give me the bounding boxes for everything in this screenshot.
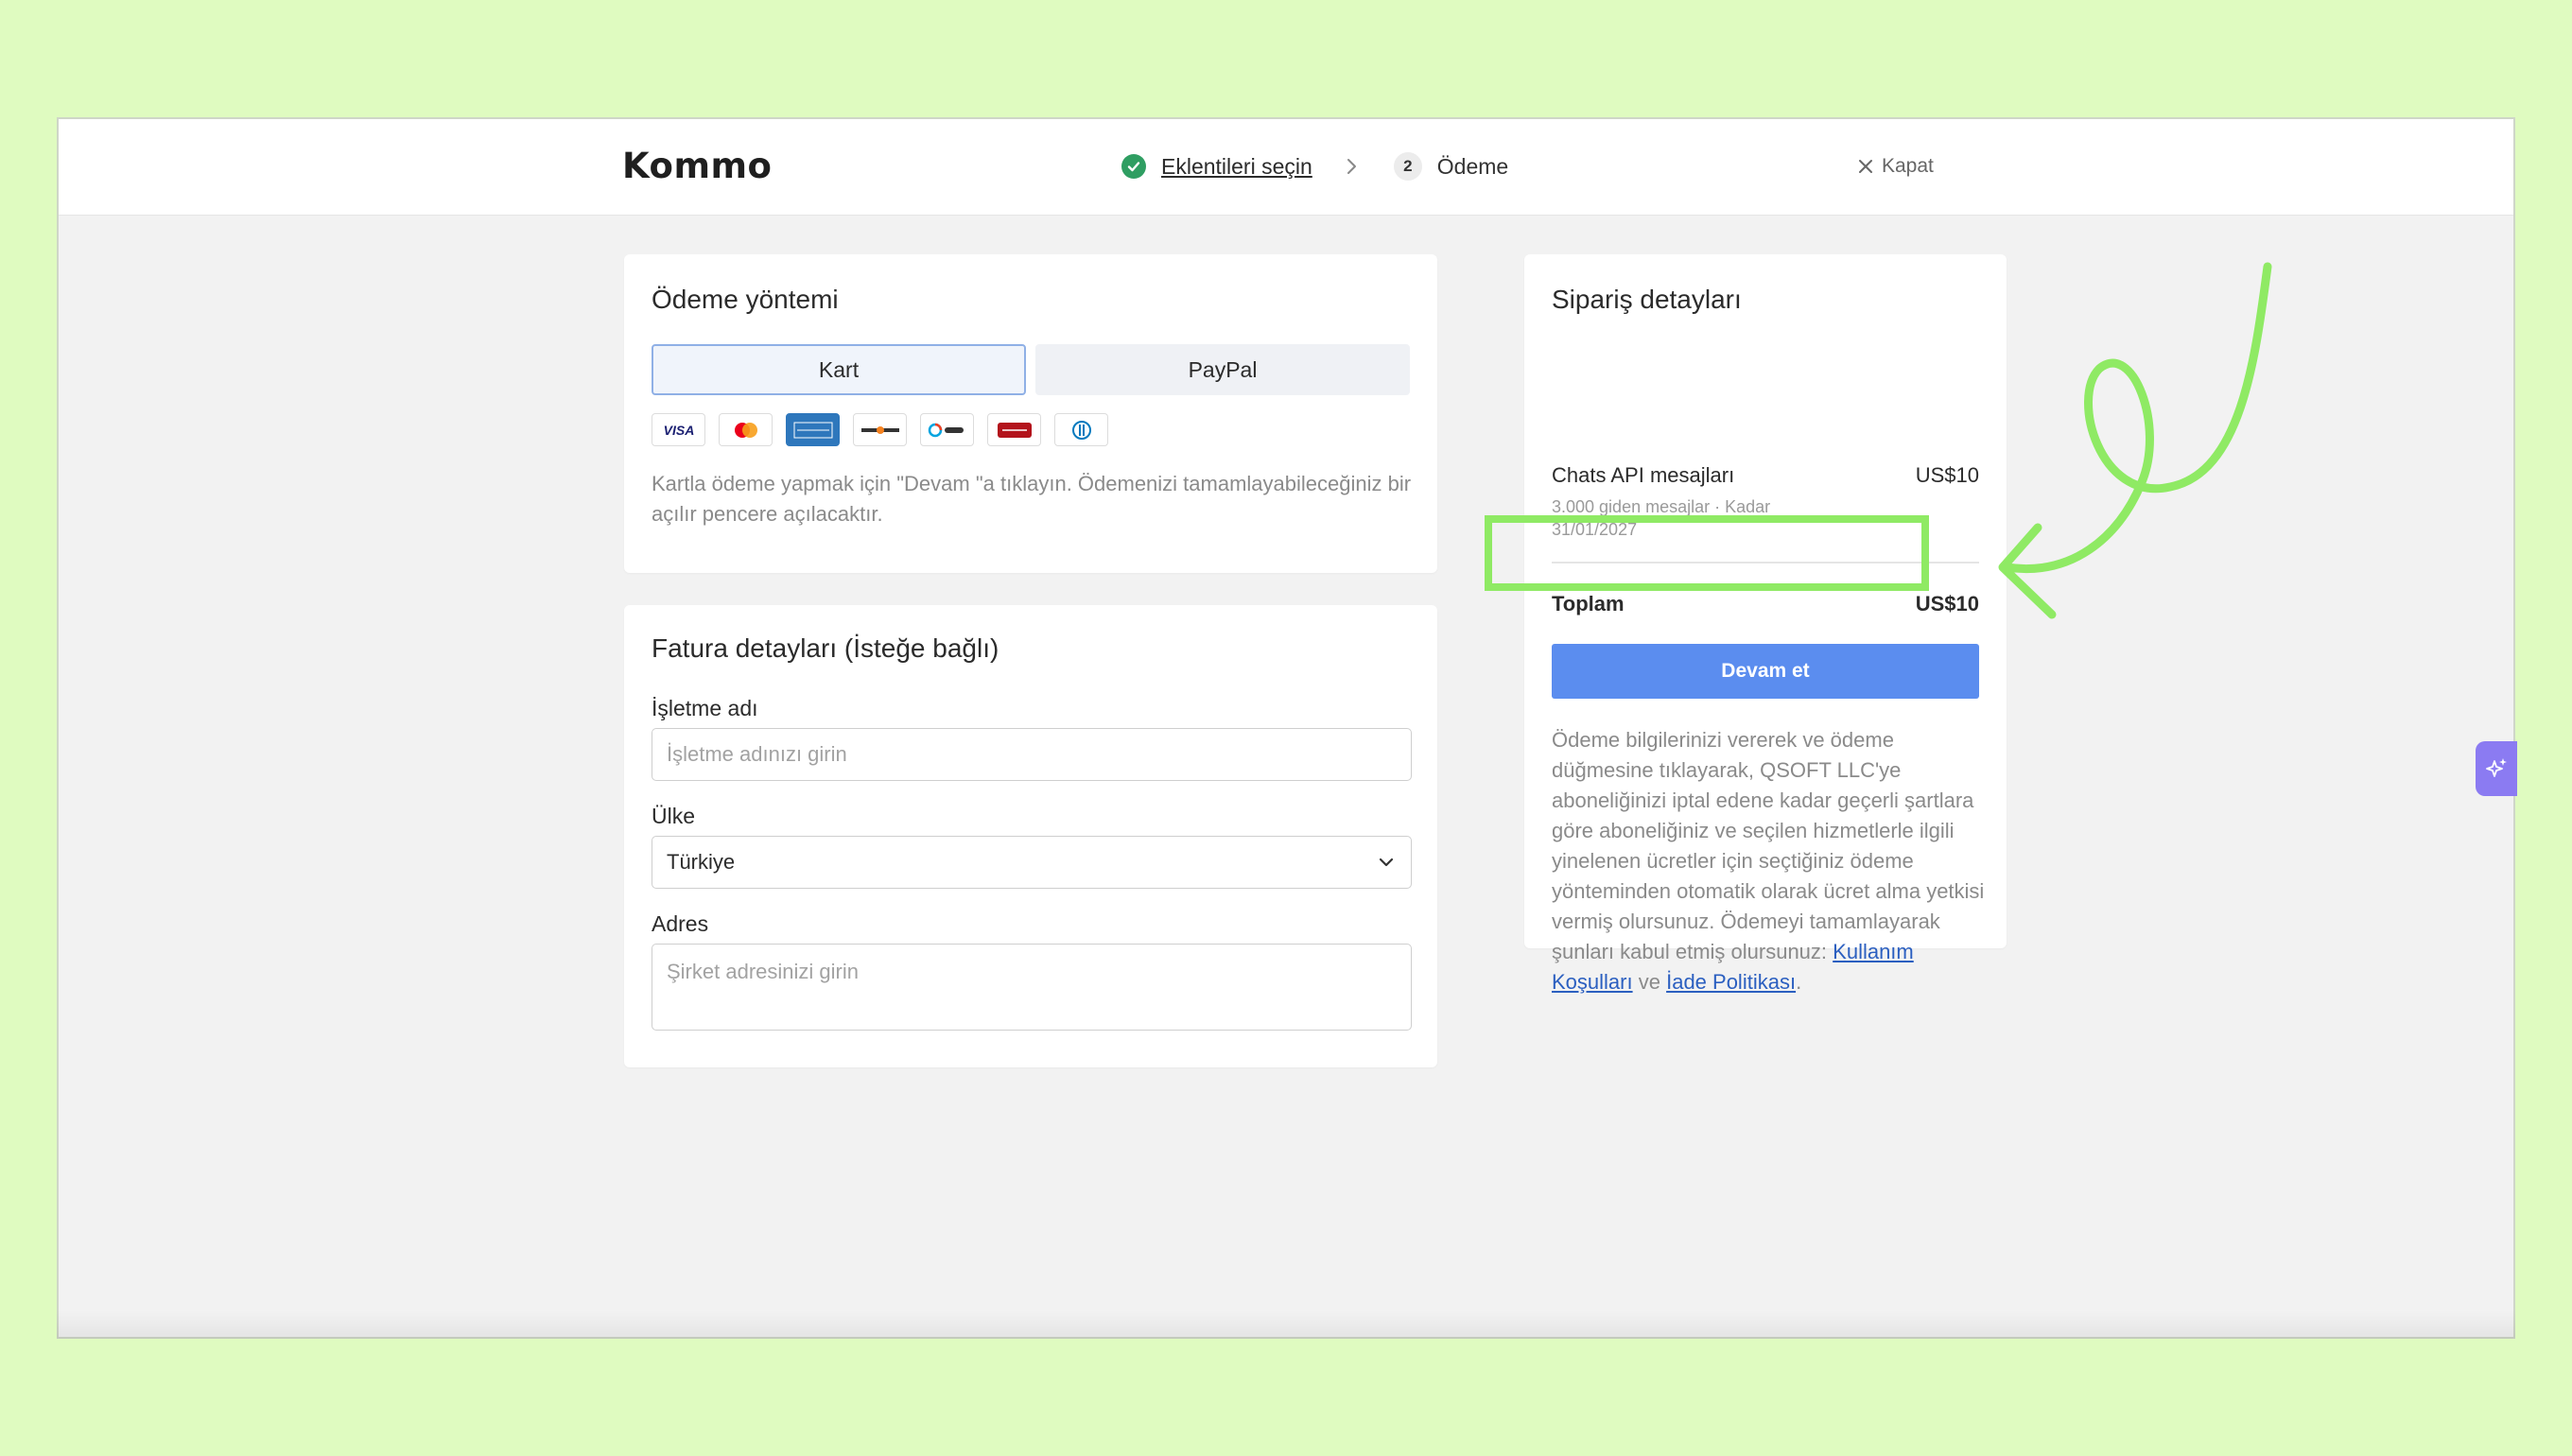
annotation-arrow [1998, 262, 2272, 619]
country-selected-value: Türkiye [667, 850, 736, 874]
ai-assistant-button[interactable] [2476, 741, 2517, 796]
legal-and: ve [1638, 970, 1660, 994]
business-name-input[interactable] [652, 728, 1412, 781]
sparkles-icon [2486, 758, 2507, 777]
checkout-steps: Eklentileri seçin 2 Ödeme [1121, 146, 1508, 187]
top-bar: Kommo Eklentileri seçin 2 Ödeme Kapat [59, 119, 2513, 216]
elo-logo [920, 413, 974, 446]
step-select-addons-link[interactable]: Eklentileri seçin [1161, 154, 1312, 180]
close-icon [1859, 160, 1872, 173]
payment-tabs: Kart PayPal [652, 344, 1410, 395]
card-logos: VISA [652, 413, 1108, 446]
tab-card[interactable]: Kart [652, 344, 1026, 395]
step-number-badge: 2 [1393, 152, 1422, 181]
visa-logo: VISA [652, 413, 705, 446]
order-item-row: Chats API mesajları US$10 [1552, 463, 1979, 488]
kommo-logo: Kommo [622, 146, 773, 186]
address-label: Adres [652, 911, 709, 936]
order-item-name: Chats API mesajları [1552, 463, 1735, 487]
chevron-right-icon [1341, 156, 1362, 177]
close-button[interactable]: Kapat [1857, 146, 1934, 187]
order-title: Sipariş detayları [1552, 285, 1742, 314]
business-name-label: İşletme adı [652, 696, 758, 720]
svg-text:VISA: VISA [663, 423, 694, 438]
continue-button[interactable]: Devam et [1552, 644, 1979, 699]
payment-method-card: Ödeme yöntemi Kart PayPal VISA Kartla öd… [624, 254, 1437, 573]
chevron-down-icon [1379, 858, 1394, 867]
total-label: Toplam [1552, 592, 1625, 615]
continue-button-highlight [1485, 515, 1929, 591]
legal-period: . [1796, 970, 1802, 994]
close-label: Kapat [1882, 155, 1934, 177]
country-label: Ülke [652, 804, 696, 828]
payment-method-title: Ödeme yöntemi [652, 285, 839, 314]
legal-text: Ödeme bilgilerinizi vererek ve ödeme düğ… [1552, 725, 1987, 997]
refund-policy-link[interactable]: İade Politikası [1666, 970, 1796, 994]
legal-body: Ödeme bilgilerinizi vererek ve ödeme düğ… [1552, 728, 1985, 963]
window-bottom-shadow [57, 1310, 2515, 1339]
billing-title: Fatura detayları (İsteğe bağlı) [652, 633, 999, 663]
tab-paypal[interactable]: PayPal [1035, 344, 1410, 395]
payment-note: Kartla ödeme yapmak için "Devam "a tıkla… [652, 472, 1412, 526]
address-input[interactable] [652, 944, 1412, 1031]
amex-logo [786, 413, 840, 446]
diners-logo [1054, 413, 1108, 446]
hipercard-logo [987, 413, 1041, 446]
billing-details-card: Fatura detayları (İsteğe bağlı) İşletme … [624, 605, 1437, 1067]
check-circle-icon [1121, 154, 1146, 179]
step-payment-label: Ödeme [1436, 153, 1509, 179]
discover-logo [853, 413, 907, 446]
country-select[interactable]: Türkiye [652, 836, 1412, 889]
mastercard-logo [719, 413, 773, 446]
order-total-row: Toplam US$10 [1552, 592, 1979, 616]
